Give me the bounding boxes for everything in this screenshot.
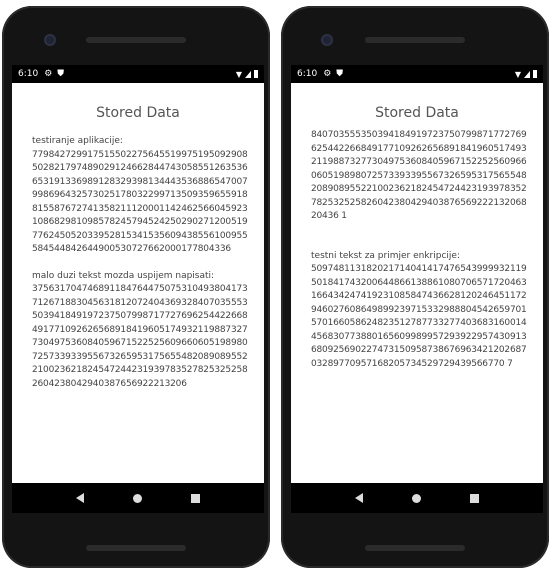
home-icon[interactable] <box>132 493 142 503</box>
page-title: Stored Data <box>96 105 180 121</box>
front-camera <box>321 34 333 46</box>
section-label: testiranje aplikacije: <box>32 136 123 146</box>
section-value: 5097481131820217140414174765439999321195… <box>311 264 527 369</box>
wifi-icon: ▼ <box>235 69 242 79</box>
right-screen: 6:10 ⚙ ⛊ ▼ Stored Data 84070355535039418… <box>291 65 543 513</box>
navigation-bar <box>12 483 264 513</box>
back-icon[interactable] <box>76 493 85 503</box>
signal-icon <box>245 70 251 78</box>
shield-icon: ⛊ <box>336 69 344 79</box>
navigation-bar <box>291 483 543 513</box>
battery-icon <box>254 70 258 78</box>
top-speaker <box>86 37 186 43</box>
section-label: malo duzi tekst mozda uspijem napisati: <box>32 270 215 281</box>
status-time: 6:10 <box>18 69 39 79</box>
gear-icon: ⚙ <box>44 69 53 79</box>
stored-data-scroll[interactable]: Stored Data testiranje aplikacije: 77984… <box>12 83 264 483</box>
front-camera <box>44 34 56 46</box>
status-bar: 6:10 ⚙ ⛊ ▼ <box>12 65 264 83</box>
top-speaker <box>365 37 465 43</box>
wifi-icon: ▼ <box>514 69 521 79</box>
page-title: Stored Data <box>375 105 459 121</box>
status-time: 6:10 <box>297 69 318 79</box>
section-label: testni tekst za primjer enkripcije: <box>311 250 460 261</box>
bottom-speaker <box>86 545 186 551</box>
recents-icon[interactable] <box>190 493 200 503</box>
section-value: 3756317047468911847644750753104938041737… <box>32 284 248 389</box>
section-value: 8407035553503941849197237507998717727696… <box>311 130 527 221</box>
recents-icon[interactable] <box>469 493 479 503</box>
gear-icon: ⚙ <box>323 69 332 79</box>
battery-icon <box>533 70 537 78</box>
section-value: 7798427299175155022756455199751950929085… <box>32 149 248 255</box>
signal-icon <box>524 70 530 78</box>
bottom-speaker <box>365 545 465 551</box>
home-icon[interactable] <box>411 493 421 503</box>
left-screen: 6:10 ⚙ ⛊ ▼ Stored Data testiranje aplika… <box>12 65 264 513</box>
stored-data-scroll[interactable]: Stored Data 8407035553503941849197237507… <box>291 83 543 483</box>
left-phone-frame: 6:10 ⚙ ⛊ ▼ Stored Data testiranje aplika… <box>2 6 270 568</box>
status-bar: 6:10 ⚙ ⛊ ▼ <box>291 65 543 83</box>
back-icon[interactable] <box>355 493 364 503</box>
right-phone-frame: 6:10 ⚙ ⛊ ▼ Stored Data 84070355535039418… <box>281 6 549 568</box>
shield-icon: ⛊ <box>57 69 65 79</box>
